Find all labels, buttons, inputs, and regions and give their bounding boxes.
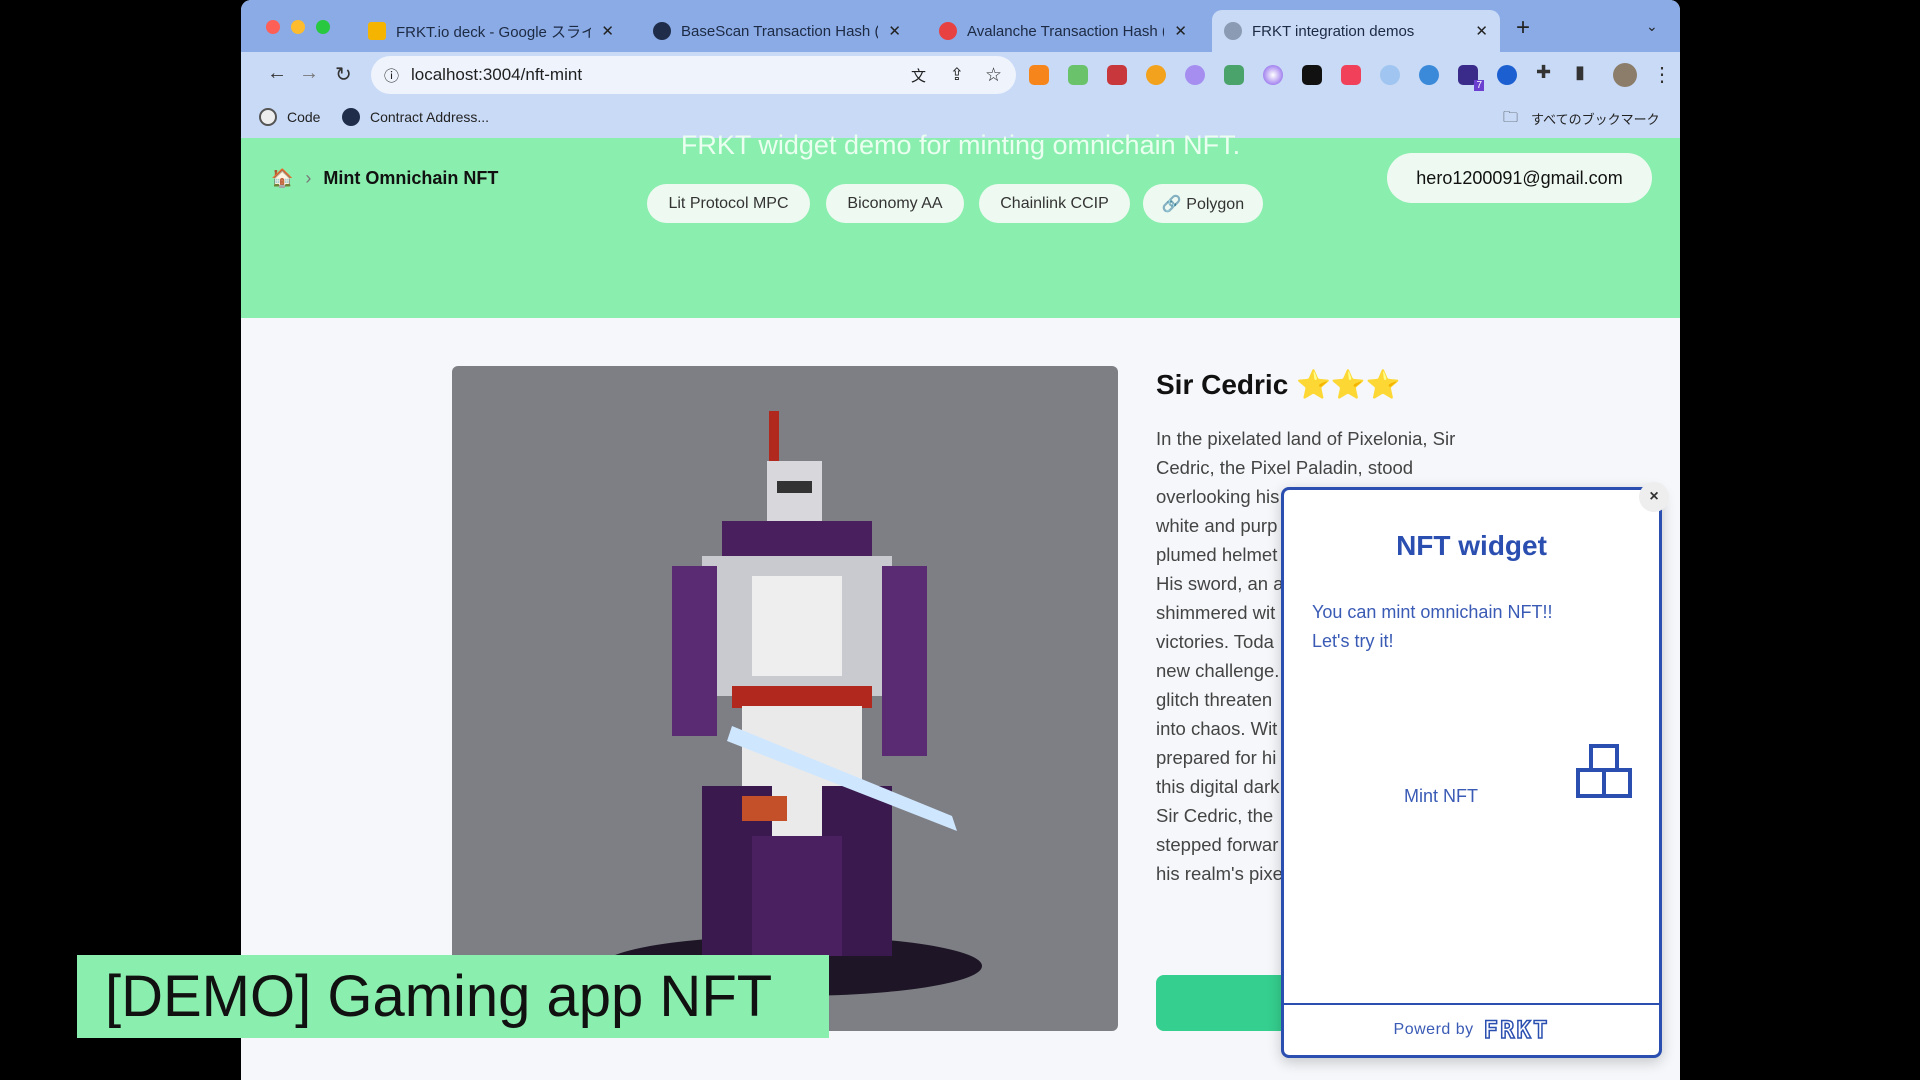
home-icon[interactable]: 🏠 (271, 168, 293, 189)
bookmark-code[interactable]: Code (287, 109, 320, 125)
blocks-icon[interactable] (1576, 744, 1632, 800)
github-icon (259, 108, 277, 126)
tab-close-icon[interactable]: ✕ (601, 22, 614, 40)
tab-close-icon[interactable]: ✕ (1475, 22, 1488, 40)
star-rating: ⭐⭐⭐ (1296, 369, 1401, 400)
extension-icon[interactable] (1224, 65, 1244, 85)
bookmark-contract-address[interactable]: Contract Address... (370, 109, 489, 125)
basescan-icon (653, 22, 671, 40)
globe-icon (1224, 22, 1242, 40)
extension-icon[interactable] (1185, 65, 1205, 85)
extension-icon[interactable] (1302, 65, 1322, 85)
address-bar[interactable]: ⓘ localhost:3004/nft-mint 文 ⇪ ☆ (371, 56, 1016, 94)
demo-caption: [DEMO] Gaming app NFT (77, 955, 829, 1038)
pill-biconomy[interactable]: Biconomy AA (826, 184, 964, 223)
tab-frkt-deck[interactable]: FRKT.io deck - Google スライド ✕ (356, 10, 626, 52)
breadcrumb: 🏠 › Mint Omnichain NFT (271, 168, 499, 189)
frkt-logo: FRKT (1483, 1015, 1550, 1045)
tab-frkt-demos[interactable]: FRKT integration demos ✕ (1212, 10, 1500, 52)
toolbar: ← → ↻ ⓘ localhost:3004/nft-mint 文 ⇪ ☆ 7 … (241, 52, 1680, 97)
minimize-window-button[interactable] (291, 20, 305, 34)
new-tab-button[interactable]: + (1516, 14, 1530, 42)
extension-icon[interactable] (1146, 65, 1166, 85)
metamask-extension-icon[interactable] (1029, 65, 1049, 85)
translate-icon[interactable]: 文 (911, 65, 926, 86)
extension-icon[interactable] (1341, 65, 1361, 85)
tab-bar: FRKT.io deck - Google スライド ✕ BaseScan Tra… (241, 0, 1680, 52)
pill-lit-protocol[interactable]: Lit Protocol MPC (647, 184, 810, 223)
folder-icon: 🗀 (1503, 109, 1519, 126)
user-email-button[interactable]: hero1200091@gmail.com (1387, 153, 1652, 203)
extension-icon[interactable] (1068, 65, 1088, 85)
chevron-right-icon: › (305, 168, 312, 188)
bookmark-star-icon[interactable]: ☆ (985, 64, 1002, 87)
info-icon[interactable]: ⓘ (384, 65, 399, 86)
pixel-knight-illustration (602, 411, 982, 996)
extension-icon[interactable] (1263, 65, 1283, 85)
tab-close-icon[interactable]: ✕ (1174, 22, 1187, 40)
extension-icon[interactable] (1497, 65, 1517, 85)
nft-widget-modal: × NFT widget You can mint omnichain NFT!… (1281, 482, 1669, 1058)
forward-button[interactable]: → (299, 62, 319, 85)
page-header: FRKT widget demo for minting omnichain N… (241, 130, 1680, 318)
menu-kebab-icon[interactable]: ⋮ (1652, 62, 1672, 87)
reload-button[interactable]: ↻ (335, 62, 352, 87)
pill-polygon[interactable]: 🔗 Polygon (1143, 184, 1263, 223)
close-window-button[interactable] (266, 20, 280, 34)
basescan-icon (342, 108, 360, 126)
page-content: FRKT widget demo for minting omnichain N… (241, 130, 1680, 1080)
extensions-puzzle-icon[interactable]: ✚ (1536, 62, 1551, 83)
widget-close-button[interactable]: × (1639, 482, 1669, 512)
avalanche-icon (939, 22, 957, 40)
widget-mint-nft-button[interactable]: Mint NFT (1404, 786, 1478, 807)
browser-window: FRKT.io deck - Google スライド ✕ BaseScan Tra… (241, 0, 1680, 1080)
widget-footer: Powerd by FRKT (1284, 1003, 1659, 1055)
maximize-window-button[interactable] (316, 20, 330, 34)
tab-basescan[interactable]: BaseScan Transaction Hash (Txhash)✕ (641, 10, 913, 52)
tab-close-icon[interactable]: ✕ (888, 22, 901, 40)
nft-title: Sir Cedric ⭐⭐⭐ (1156, 369, 1401, 400)
profile-avatar[interactable] (1613, 63, 1637, 87)
nft-image (452, 366, 1118, 1031)
tab-search-chevron-icon[interactable]: ⌄ (1646, 18, 1658, 35)
back-button[interactable]: ← (267, 62, 287, 85)
extension-icon[interactable] (1380, 65, 1400, 85)
extension-icon[interactable] (1419, 65, 1439, 85)
side-panel-icon[interactable]: ▮ (1575, 62, 1585, 83)
widget-message: You can mint omnichain NFT!! Let's try i… (1312, 602, 1553, 651)
extension-icon[interactable] (1107, 65, 1127, 85)
all-bookmarks[interactable]: すべてのブックマーク (1531, 109, 1660, 128)
google-slides-icon (368, 22, 386, 40)
pill-chainlink[interactable]: Chainlink CCIP (979, 184, 1130, 223)
widget-title: NFT widget (1396, 530, 1547, 561)
share-icon[interactable]: ⇪ (950, 65, 964, 85)
extension-icon[interactable]: 7 (1458, 65, 1484, 91)
tab-avalanche[interactable]: Avalanche Transaction Hash (Txhash)✕ (927, 10, 1199, 52)
